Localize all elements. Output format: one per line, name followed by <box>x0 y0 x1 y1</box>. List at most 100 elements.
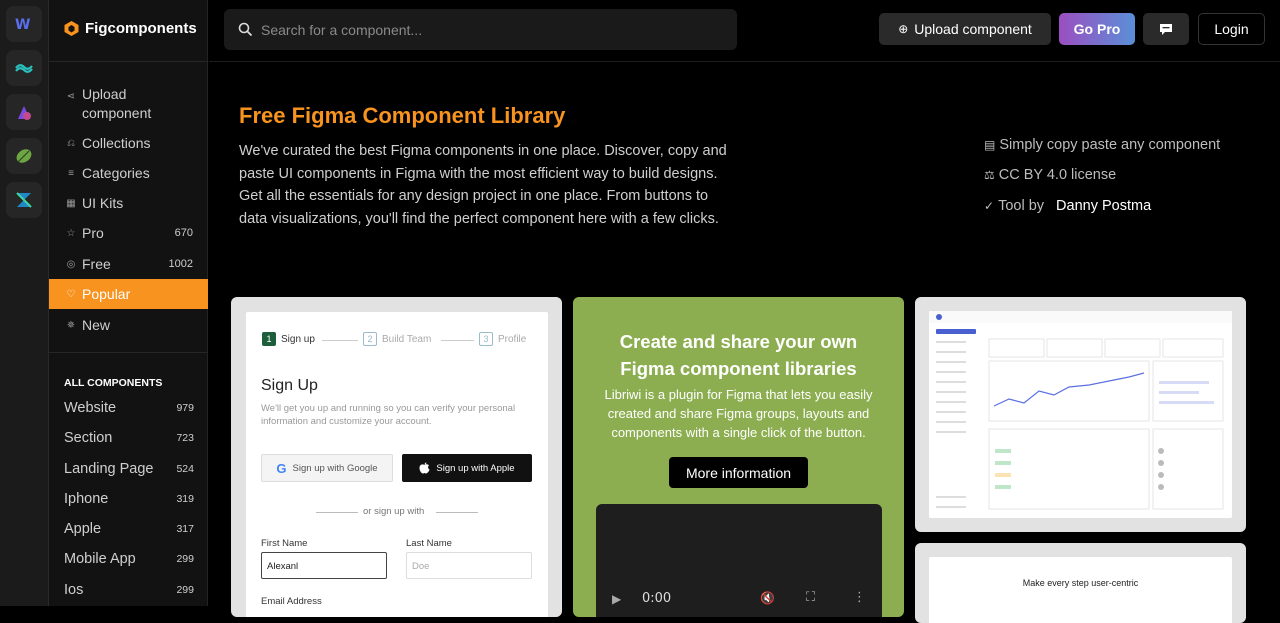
nav-pro[interactable]: ☆ Pro 670 <box>49 221 208 245</box>
gopro-label: Go Pro <box>1073 21 1121 37</box>
nav-label: Popular <box>82 286 131 302</box>
login-label: Login <box>1214 21 1249 37</box>
mute-icon[interactable]: 🔇 <box>760 591 775 605</box>
divider <box>436 512 478 513</box>
nav-label: Pro <box>82 225 104 241</box>
category-label: Ios <box>64 582 84 598</box>
signup-preview: 1 Sign up 2 Build Team 3 Profile Sign Up We… <box>246 312 548 617</box>
nav-label: New <box>82 317 111 333</box>
category-label: Section <box>64 430 113 446</box>
step-number: 2 <box>363 332 377 346</box>
author-link[interactable]: Danny Postma <box>1056 198 1151 214</box>
category-label: Iphone <box>64 491 109 507</box>
divider <box>49 61 208 62</box>
star-icon: ☆ <box>66 227 76 239</box>
feature-text: CC BY 4.0 license <box>998 167 1117 183</box>
category-item[interactable]: Website 979 <box>64 400 194 416</box>
scale-icon: ⚖ <box>984 168 995 182</box>
go-pro-button[interactable]: Go Pro <box>1059 13 1135 45</box>
hero-description: We've curated the best Figma components … <box>239 143 727 228</box>
component-card-signup[interactable]: 1 Sign up 2 Build Team 3 Profile Sign Up We… <box>231 297 562 617</box>
first-name-label: First Name <box>261 538 308 549</box>
webflow-icon[interactable]: W <box>6 6 42 42</box>
step-number: 3 <box>479 332 493 346</box>
feature-item: ▤ Simply copy paste any component <box>984 137 1220 153</box>
category-count: 319 <box>176 493 194 505</box>
category-label: Apple <box>64 521 102 537</box>
nav-free[interactable]: ◎ Free 1002 <box>49 252 208 276</box>
feature-text: Tool by <box>998 198 1045 214</box>
hourglass-icon[interactable] <box>6 182 42 218</box>
divider <box>322 340 358 341</box>
nav-categories[interactable]: ≡ Categories <box>49 161 208 185</box>
category-item[interactable]: Ios 299 <box>64 582 194 598</box>
step-label: Sign up <box>281 333 315 345</box>
more-vertical-icon[interactable]: ⋮ <box>853 590 866 605</box>
category-item[interactable]: Landing Page 524 <box>64 461 194 477</box>
divider <box>441 340 474 341</box>
category-count: 299 <box>176 553 194 565</box>
signup-title: Sign Up <box>261 377 318 394</box>
app-rail: W <box>0 0 49 606</box>
more-information-button[interactable]: More information <box>669 457 808 488</box>
nav-label: Categories <box>82 165 150 181</box>
play-icon[interactable]: ▶ <box>612 592 621 606</box>
category-label: Mobile App <box>64 551 136 567</box>
step-number: 1 <box>262 332 276 346</box>
apple-signup-button[interactable]: Sign up with Apple <box>402 454 532 482</box>
nav-new[interactable]: ✵ New <box>49 313 208 337</box>
nav-ui-kits[interactable]: ▦ UI Kits <box>49 191 208 215</box>
component-card-user-centric[interactable]: Make every step user-centric <box>915 543 1246 623</box>
tailwind-icon[interactable] <box>6 50 42 86</box>
feedback-button[interactable] <box>1143 13 1189 45</box>
free-icon: ◎ <box>66 258 76 270</box>
shape-icon[interactable] <box>6 94 42 130</box>
chat-icon <box>1160 23 1172 35</box>
category-item[interactable]: Iphone 319 <box>64 491 194 507</box>
app-logo[interactable]: Figcomponents <box>63 20 197 37</box>
nav-popular[interactable]: ♡ Popular <box>49 279 208 309</box>
button-label: Sign up with Google <box>292 462 378 474</box>
first-name-field[interactable]: Alexanl <box>261 552 387 579</box>
login-button[interactable]: Login <box>1198 13 1265 45</box>
video-player[interactable]: ▶ 0:00 🔇 ⛶ ⋮ <box>596 504 882 617</box>
step-2: 2 Build Team <box>363 332 431 346</box>
nav-count: 1002 <box>168 258 193 270</box>
fullscreen-icon[interactable]: ⛶ <box>806 590 815 605</box>
step-label: Profile <box>498 333 527 345</box>
search-input[interactable] <box>261 21 701 38</box>
nav-upload-component[interactable]: ⋖ Upload component <box>49 85 208 123</box>
archive-icon: ▤ <box>984 138 996 152</box>
last-name-field[interactable]: Doe <box>406 552 532 579</box>
nav-label: UI Kits <box>82 195 124 211</box>
category-item[interactable]: Section 723 <box>64 430 194 446</box>
category-label: Website <box>64 400 117 416</box>
topbar: ⊕ Upload component Go Pro Login <box>209 0 1280 62</box>
last-name-label: Last Name <box>406 538 452 549</box>
category-item[interactable]: Mobile App 299 <box>64 551 194 567</box>
feature-text: Simply copy paste any component <box>999 137 1221 153</box>
component-card-dashboard[interactable] <box>915 297 1246 532</box>
google-signup-button[interactable]: G Sign up with Google <box>261 454 393 482</box>
preview-title: Make every step user-centric <box>1022 578 1139 588</box>
search-box[interactable] <box>224 9 737 50</box>
nav-label: Free <box>82 256 111 272</box>
google-icon: G <box>276 460 287 476</box>
dashboard-preview <box>929 311 1232 518</box>
category-count: 524 <box>176 463 194 475</box>
upload-component-button[interactable]: ⊕ Upload component <box>879 13 1051 45</box>
category-count: 317 <box>176 523 194 535</box>
step-3: 3 Profile <box>479 332 526 346</box>
nav-collections[interactable]: ⎌ Collections <box>49 131 208 155</box>
feature-item: ✓ Tool by Danny Postma <box>984 198 1151 214</box>
promo-title: Create and share your own Figma componen… <box>619 331 858 379</box>
promo-card: Create and share your own Figma componen… <box>573 297 904 617</box>
leaf-icon[interactable] <box>6 138 42 174</box>
check-circle-icon: ✓ <box>984 199 995 213</box>
dashboard-thumbnail <box>929 311 1232 510</box>
logo-icon <box>64 21 79 36</box>
category-item[interactable]: Apple 317 <box>64 521 194 537</box>
kits-icon: ▦ <box>66 197 76 209</box>
app-name: Figcomponents <box>85 20 197 37</box>
divider <box>49 352 208 353</box>
